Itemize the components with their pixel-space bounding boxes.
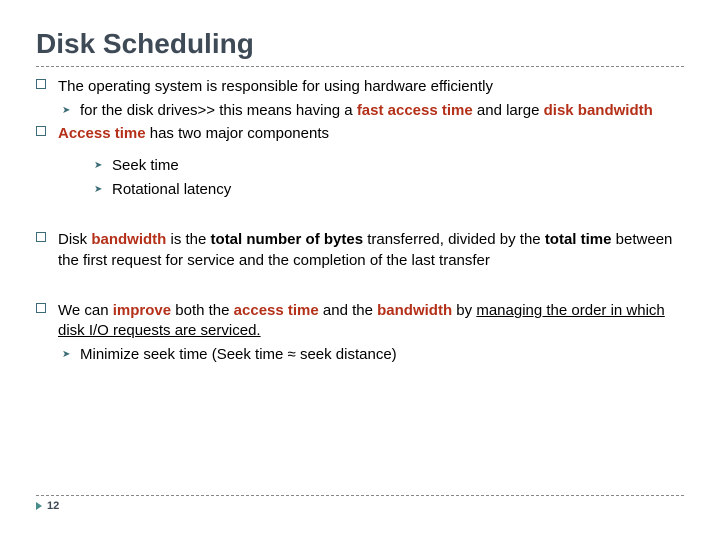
text: has two major components — [146, 125, 329, 142]
subbullet-seek-time: ➤ Seek time — [36, 156, 684, 176]
text-bandwidth: bandwidth — [91, 231, 166, 248]
footer-divider — [36, 495, 684, 496]
subbullet-minimize-seek: ➤ Minimize seek time (Seek time ≈ seek d… — [36, 345, 684, 365]
page-number: 12 — [47, 500, 59, 512]
bullet-improve: We can improve both the access time and … — [36, 301, 684, 342]
text: and large — [473, 102, 544, 119]
text: transferred, divided by the — [363, 231, 545, 248]
slide: Disk Scheduling The operating system is … — [0, 0, 720, 540]
square-bullet-icon — [36, 303, 46, 313]
arrow-icon: ➤ — [62, 348, 70, 362]
square-bullet-icon — [36, 232, 46, 242]
text-total-bytes: total number of bytes — [211, 231, 364, 248]
subbullet-disk-drives: ➤ for the disk drives>> this means havin… — [36, 101, 684, 121]
text: and the — [319, 302, 377, 319]
text-access-time-2: access time — [234, 302, 319, 319]
text: Disk — [58, 231, 91, 248]
triangle-icon — [36, 502, 42, 510]
page-number-wrap: 12 — [36, 500, 684, 512]
subbullet-rotational-latency: ➤ Rotational latency — [36, 180, 684, 200]
text-access-time: Access time — [58, 125, 146, 142]
bullet-os-responsible: The operating system is responsible for … — [36, 77, 684, 97]
text: for the disk drives>> this means having … — [80, 102, 357, 119]
content-area: The operating system is responsible for … — [36, 77, 684, 366]
square-bullet-icon — [36, 79, 46, 89]
text: both the — [171, 302, 234, 319]
text-total-time: total time — [545, 231, 612, 248]
text-bandwidth-2: bandwidth — [377, 302, 452, 319]
text-improve: improve — [113, 302, 171, 319]
text: We can — [58, 302, 113, 319]
arrow-icon: ➤ — [62, 104, 70, 118]
text-fast-access: fast access time — [357, 102, 473, 119]
footer: 12 — [36, 495, 684, 512]
title-underline — [36, 66, 684, 67]
text-disk-bandwidth: disk bandwidth — [544, 102, 653, 119]
text: Minimize seek time (Seek time ≈ seek dis… — [80, 346, 397, 363]
arrow-icon: ➤ — [94, 159, 102, 173]
bullet-disk-bandwidth: Disk bandwidth is the total number of by… — [36, 230, 684, 271]
arrow-icon: ➤ — [94, 183, 102, 197]
text: is the — [166, 231, 210, 248]
bullet-access-time: Access time has two major components — [36, 124, 684, 144]
text: Seek time — [112, 157, 179, 174]
text: by — [452, 302, 476, 319]
slide-title: Disk Scheduling — [36, 28, 684, 60]
square-bullet-icon — [36, 126, 46, 136]
text: The operating system is responsible for … — [58, 78, 493, 95]
text: Rotational latency — [112, 181, 231, 198]
